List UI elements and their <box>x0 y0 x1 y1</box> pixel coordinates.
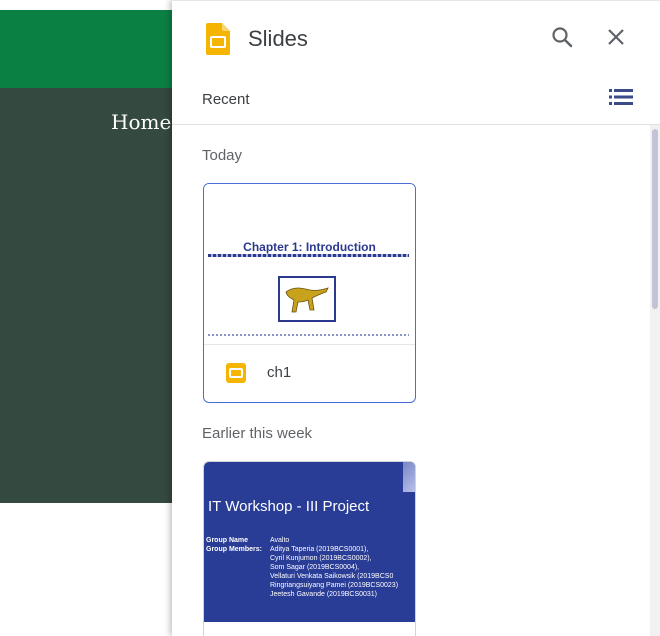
scrollbar[interactable] <box>650 125 660 636</box>
list-view-icon <box>609 88 633 111</box>
close-icon <box>607 28 625 51</box>
file-thumbnail: Chapter 1: Introduction <box>204 184 415 345</box>
group-members-label: Group Members: <box>206 546 263 553</box>
file-thumbnail: IT Workshop - III Project Group Name Ava… <box>204 462 415 622</box>
file-name: ch1 <box>267 364 292 381</box>
close-button[interactable] <box>600 23 632 55</box>
file-card-it-workshop[interactable]: IT Workshop - III Project Group Name Ava… <box>203 461 416 636</box>
google-slides-icon <box>206 23 230 55</box>
site-hero <box>0 88 175 503</box>
thumbnail-title: IT Workshop - III Project <box>208 498 370 515</box>
slides-picker-panel: Slides Recent Today Chapter 1: Introduct… <box>172 0 660 636</box>
search-button[interactable] <box>546 23 578 55</box>
member: Vellaturi Venkata Saikowsik (2019BCS0 <box>270 573 394 580</box>
member: Cyril Kunjumon (2019BCS0002), <box>270 555 372 562</box>
dinosaur-image <box>278 276 336 322</box>
card-footer: ch1 <box>204 345 415 401</box>
list-view-button[interactable] <box>608 86 634 112</box>
file-list: Today Chapter 1: Introduction ch1 Earlie… <box>172 125 650 636</box>
member: Jeetesh Gavande (2019BCS0031) <box>270 591 378 598</box>
group-name-value: Avalto <box>270 537 290 544</box>
panel-subheader: Recent <box>172 76 660 125</box>
thumbnail-body: Group Name Avalto Group Members: Aditya … <box>206 536 415 599</box>
home-link[interactable]: Home <box>111 110 171 134</box>
slide-corner-decoration <box>403 462 415 492</box>
thumbnail-title: Chapter 1: Introduction <box>243 240 376 254</box>
panel-header: Slides <box>172 1 660 76</box>
file-card-ch1[interactable]: Chapter 1: Introduction ch1 <box>203 183 416 403</box>
group-name-label: Group Name <box>206 537 249 544</box>
thumbnail-rule <box>208 254 409 257</box>
member: Ringriangsuiyang Pamei (2019BCS0023) <box>270 582 399 589</box>
member: Som Sagar (2019BCS0004), <box>270 564 360 571</box>
scrollbar-thumb[interactable] <box>652 129 658 309</box>
thumbnail-footer <box>208 334 409 336</box>
member: Aditya Taperia (2019BCS0001), <box>270 546 369 553</box>
site-header-bar <box>0 10 175 88</box>
search-icon <box>551 26 573 53</box>
slides-file-icon <box>226 363 246 383</box>
app-title: Slides <box>248 26 308 51</box>
section-label-earlier-this-week: Earlier this week <box>202 425 313 442</box>
section-label-today: Today <box>202 147 243 164</box>
recent-tab[interactable]: Recent <box>202 91 250 108</box>
